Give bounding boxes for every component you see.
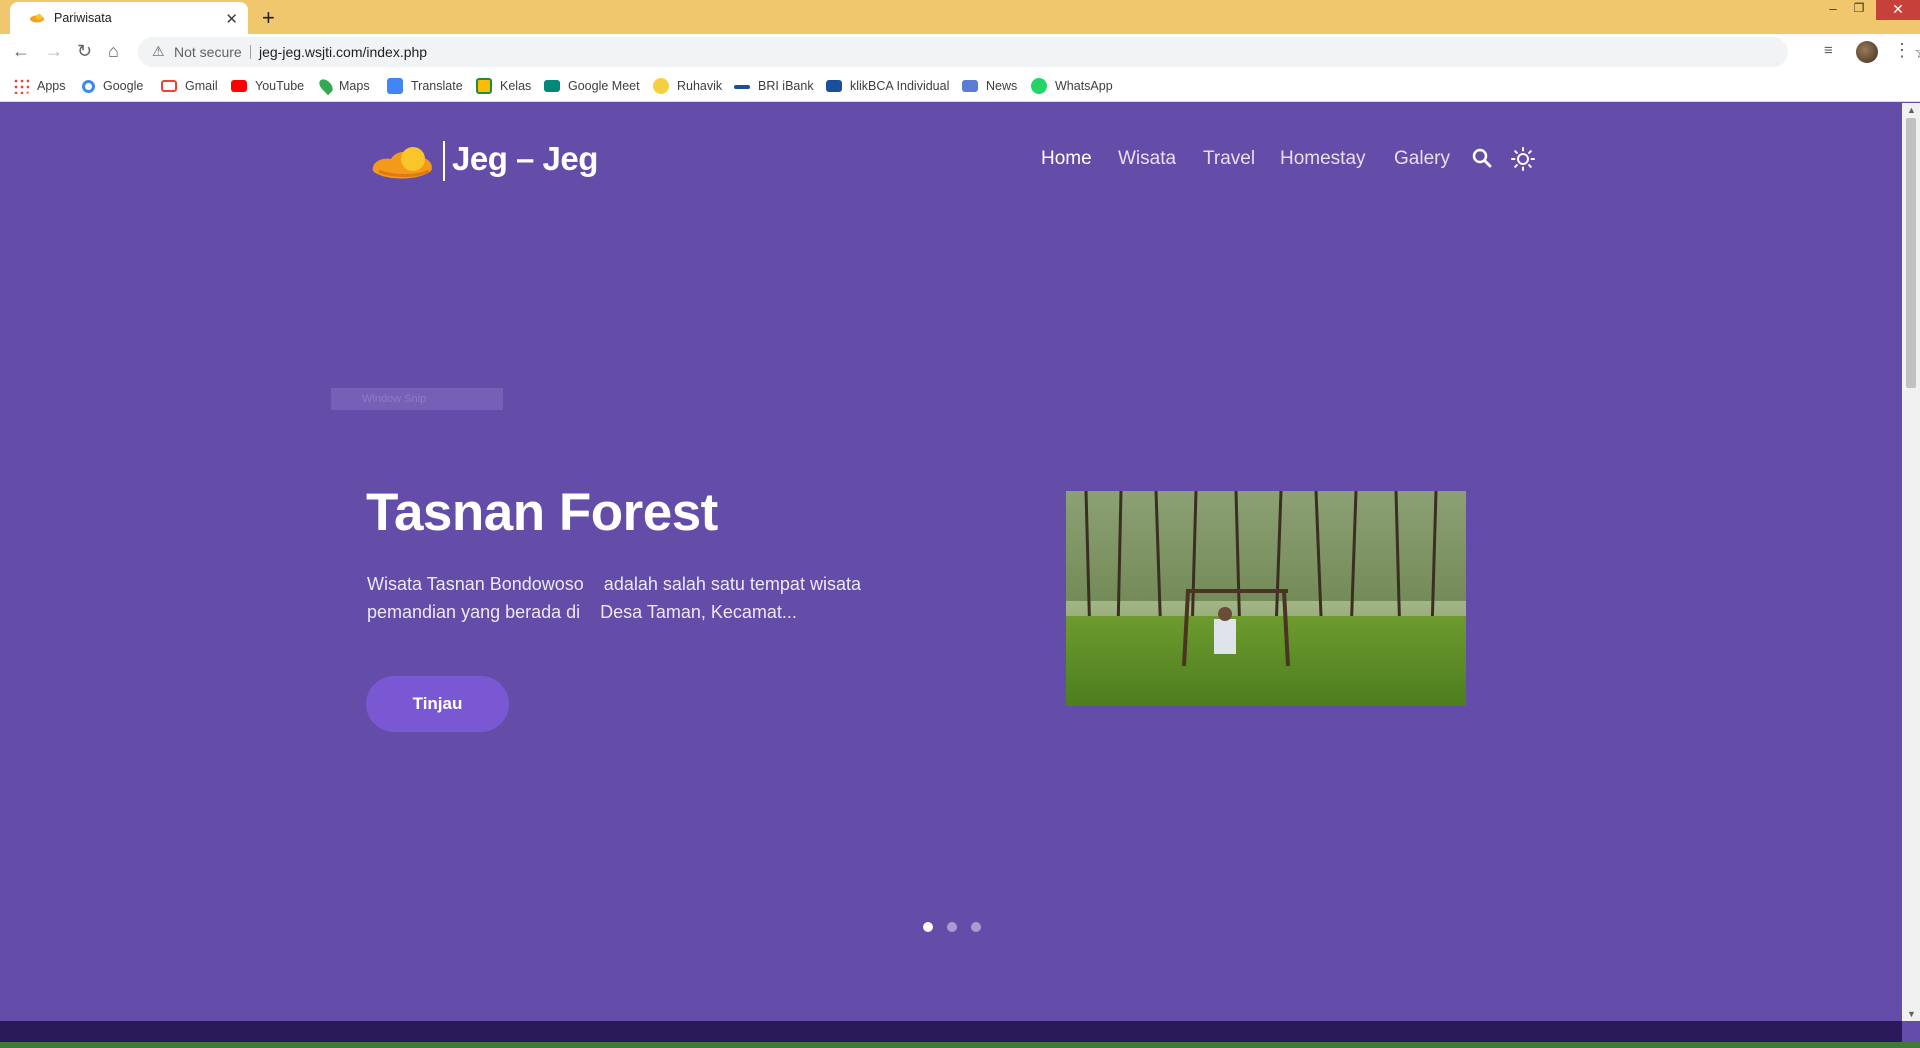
site-favicon-icon	[30, 14, 44, 23]
carousel-dot-3[interactable]	[971, 922, 981, 932]
carousel-dot-2[interactable]	[947, 922, 957, 932]
window-snip-overlay: Window Snip	[331, 388, 503, 410]
tab-close-icon[interactable]: ✕	[225, 10, 238, 28]
bookmarks-bar: Apps Google Gmail YouTube Maps Translate…	[0, 70, 1920, 102]
search-icon[interactable]	[1472, 148, 1492, 168]
news-icon	[962, 80, 978, 92]
bookmark-label: WhatsApp	[1055, 79, 1113, 93]
bookmark-label: Google Meet	[568, 79, 640, 93]
profile-avatar[interactable]	[1856, 41, 1878, 63]
gmail-icon	[161, 80, 177, 92]
carousel-indicators	[923, 922, 981, 932]
bookmark-maps[interactable]: Maps	[316, 76, 370, 96]
bookmark-bri-ibank[interactable]: BRI iBank	[734, 77, 814, 95]
forward-arrow-icon[interactable]: →	[45, 41, 63, 62]
tinjau-button[interactable]: Tinjau	[366, 676, 509, 732]
apps-grid-icon	[13, 78, 29, 94]
bookmark-translate[interactable]: Translate	[387, 77, 463, 95]
bookmark-label: Maps	[339, 79, 370, 93]
bookmark-label: Gmail	[185, 79, 218, 93]
bookmark-ruhavik[interactable]: Ruhavik	[653, 77, 722, 95]
maps-pin-icon	[316, 76, 336, 96]
ruhavik-icon	[653, 78, 669, 94]
logo-divider	[443, 141, 445, 181]
browser-tab[interactable]: Pariwisata ✕	[10, 2, 248, 34]
home-icon[interactable]: ⌂	[108, 41, 119, 62]
new-tab-icon[interactable]: +	[262, 5, 275, 31]
bookmark-klikbca[interactable]: klikBCA Individual	[826, 77, 949, 95]
page-content	[0, 103, 1902, 1021]
nav-homestay[interactable]: Homestay	[1280, 148, 1366, 170]
reload-icon[interactable]: ↻	[77, 41, 92, 62]
bookmark-apps[interactable]: Apps	[13, 77, 66, 95]
sun-theme-toggle-icon[interactable]	[1511, 147, 1535, 171]
bookmark-star-icon[interactable]: ☆	[1914, 42, 1920, 63]
bookmark-label: klikBCA Individual	[850, 79, 950, 93]
bookmark-google-meet[interactable]: Google Meet	[544, 77, 640, 95]
back-arrow-icon[interactable]: ←	[12, 41, 30, 62]
google-icon	[82, 79, 95, 93]
url-text[interactable]: jeg-jeg.wsjti.com/index.php	[259, 44, 427, 60]
browser-tabbar: Pariwisata ✕ + – ❐ ✕	[0, 0, 1920, 34]
nav-travel[interactable]: Travel	[1203, 148, 1255, 170]
bookmark-google[interactable]: Google	[82, 77, 143, 95]
page-footer-band	[0, 1021, 1902, 1042]
bookmark-youtube[interactable]: YouTube	[231, 77, 304, 95]
page-scrollbar[interactable]: ▲ ▼	[1902, 103, 1920, 1021]
bookmark-label: Kelas	[500, 79, 532, 93]
youtube-icon	[231, 80, 247, 92]
kebab-menu-icon[interactable]: ⋮	[1893, 40, 1911, 61]
os-taskbar	[0, 1042, 1920, 1048]
browser-toolbar: ← → ↻ ⌂ ⚠ Not secure jeg-jeg.wsjti.com/i…	[0, 34, 1920, 70]
window-close-icon[interactable]: ✕	[1876, 0, 1920, 20]
hero-description: Wisata Tasnan Bondowoso adalah salah sat…	[367, 570, 927, 626]
hero-description-line-1: Wisata Tasnan Bondowoso adalah salah sat…	[367, 574, 861, 594]
scroll-thumb[interactable]	[1906, 118, 1916, 388]
forest-photo	[1066, 491, 1466, 706]
tab-title: Pariwisata	[54, 11, 112, 25]
bookmark-label: News	[986, 79, 1018, 93]
bookmark-label: BRI iBank	[758, 79, 814, 93]
bookmark-gmail[interactable]: Gmail	[161, 77, 218, 95]
warning-icon[interactable]: ⚠	[152, 43, 165, 60]
bookmark-label: Google	[103, 79, 144, 93]
carousel-dot-1[interactable]	[923, 922, 933, 932]
scroll-up-icon[interactable]: ▲	[1907, 105, 1916, 115]
bookmark-label: Apps	[37, 79, 66, 93]
site-logo-text[interactable]: Jeg – Jeg	[452, 140, 598, 178]
meet-icon	[544, 80, 560, 92]
bookmark-label: YouTube	[255, 79, 305, 93]
nav-home[interactable]: Home	[1041, 148, 1092, 170]
window-minimize-icon[interactable]: –	[1820, 1, 1846, 21]
address-separator	[250, 45, 251, 59]
security-label[interactable]: Not secure	[174, 44, 242, 60]
bookmark-kelas[interactable]: Kelas	[476, 77, 531, 95]
window-restore-icon[interactable]: ❐	[1846, 1, 1872, 21]
hero-title: Tasnan Forest	[366, 483, 718, 542]
nav-galery[interactable]: Galery	[1394, 148, 1450, 170]
media-control-icon[interactable]: ≡	[1824, 42, 1833, 59]
bookmark-news[interactable]: News	[962, 77, 1017, 95]
bri-icon	[734, 85, 750, 89]
site-logo-icon[interactable]	[369, 141, 435, 181]
address-bar[interactable]: ⚠ Not secure jeg-jeg.wsjti.com/index.php…	[138, 37, 1920, 67]
hero-description-line-2: pemandian yang berada di Desa Taman, Kec…	[367, 602, 797, 622]
nav-wisata[interactable]: Wisata	[1118, 148, 1176, 170]
classroom-icon	[476, 78, 492, 94]
bookmark-label: Ruhavik	[677, 79, 723, 93]
bookmark-whatsapp[interactable]: WhatsApp	[1031, 77, 1113, 95]
bca-icon	[826, 80, 842, 92]
scroll-down-icon[interactable]: ▼	[1907, 1009, 1916, 1019]
bookmark-label: Translate	[411, 79, 463, 93]
translate-icon	[387, 78, 403, 94]
whatsapp-icon	[1031, 78, 1047, 94]
